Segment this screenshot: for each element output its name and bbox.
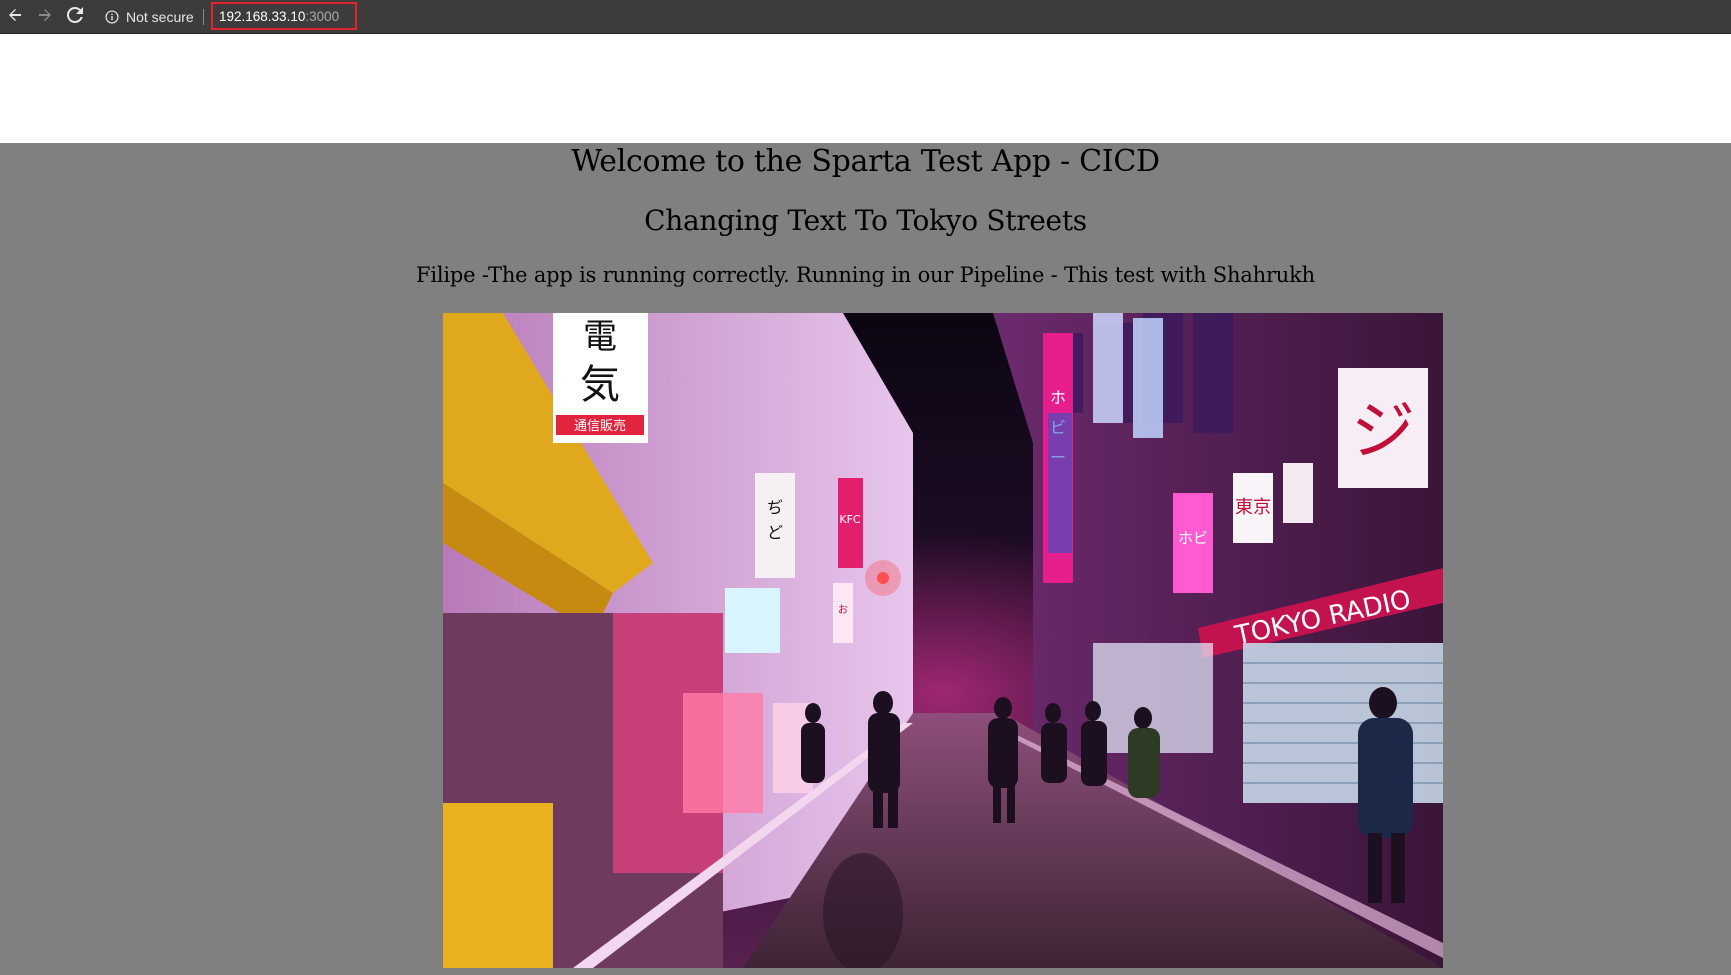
- svg-text:ぢ: ぢ: [767, 498, 783, 517]
- page-title: Welcome to the Sparta Test App - CICD: [571, 144, 1160, 179]
- svg-text:KFC: KFC: [839, 513, 861, 526]
- omnibox-divider: [202, 8, 204, 25]
- svg-text:気: 気: [580, 362, 620, 408]
- status-message: Filipe -The app is running correctly. Ru…: [416, 263, 1315, 287]
- url-host: 192.168.33.10: [219, 8, 306, 24]
- arrow-right-icon: [37, 7, 53, 27]
- page-header-spacer: [0, 34, 1731, 143]
- reload-button[interactable]: [60, 2, 90, 32]
- svg-text:お: お: [838, 604, 848, 616]
- svg-text:電: 電: [583, 317, 617, 357]
- url-port: :3000: [305, 8, 340, 24]
- page-content: Welcome to the Sparta Test App - CICD Ch…: [0, 143, 1731, 975]
- svg-text:通信販売: 通信販売: [574, 418, 626, 434]
- svg-text:ホビ: ホビ: [1178, 529, 1208, 547]
- security-chip[interactable]: Not secure: [104, 5, 210, 29]
- back-button[interactable]: [0, 2, 30, 32]
- security-label: Not secure: [126, 8, 194, 25]
- page-subtitle: Changing Text To Tokyo Streets: [644, 204, 1087, 237]
- forward-button[interactable]: [30, 2, 60, 32]
- svg-text:東京: 東京: [1235, 497, 1271, 518]
- info-circle-icon: [104, 9, 119, 24]
- svg-text:ど: ど: [767, 523, 783, 542]
- svg-text:ホ: ホ: [1050, 388, 1066, 407]
- browser-toolbar: Not secure 192.168.33.10:3000: [0, 0, 1731, 34]
- svg-text:ジ: ジ: [1351, 395, 1415, 469]
- arrow-left-icon: [7, 7, 23, 27]
- address-bar[interactable]: 192.168.33.10:3000: [211, 2, 357, 30]
- reload-icon: [66, 6, 83, 27]
- tokyo-street-image: 電 気 通信販売 ぢ ど KFC お ホ ホビ 東京 ジ TOKYO RADIO: [443, 313, 1443, 968]
